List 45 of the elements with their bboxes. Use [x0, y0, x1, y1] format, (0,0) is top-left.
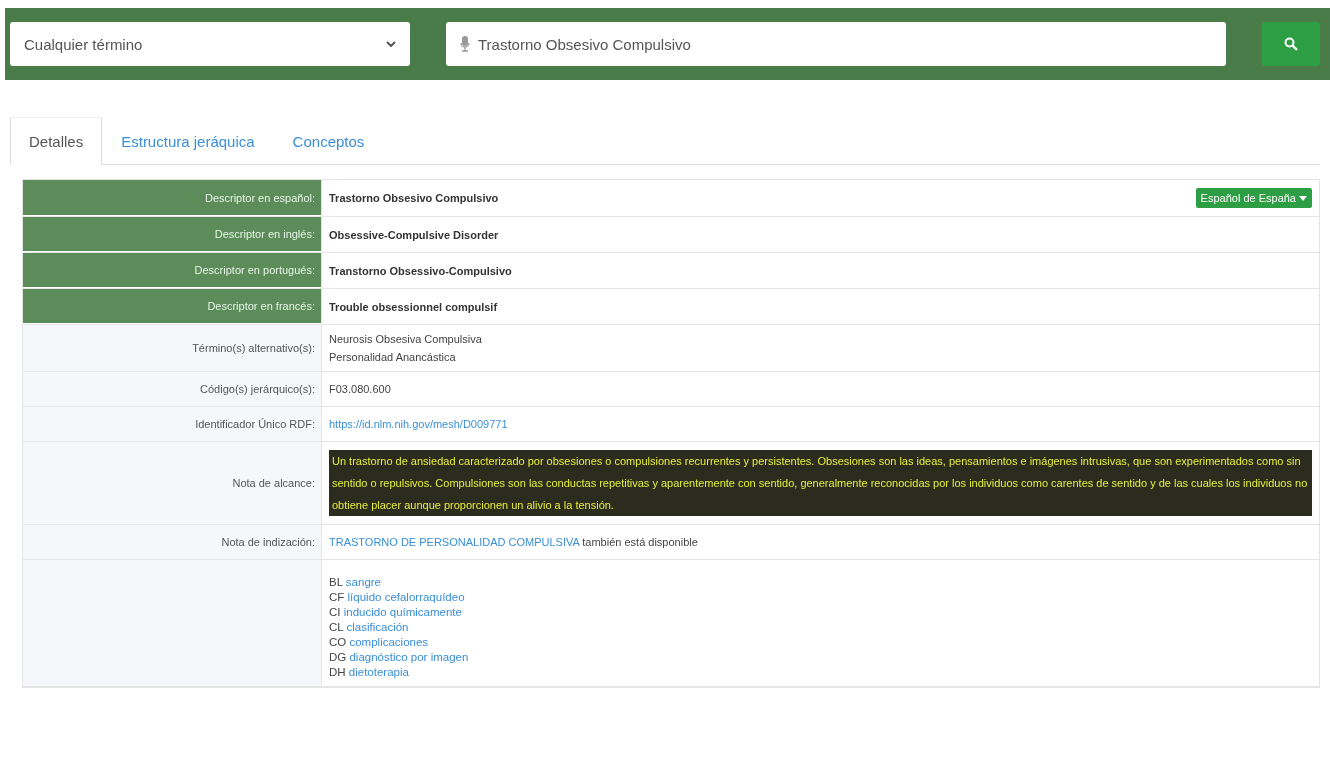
qualifier-link[interactable]: líquido cefalorraquídeo — [347, 591, 465, 603]
search-button[interactable] — [1262, 22, 1320, 66]
qualifier-link[interactable]: complicaciones — [349, 636, 429, 648]
descriptor-text: Obsessive-Compulsive Disorder — [329, 228, 499, 241]
qualifier-code: CI — [329, 606, 341, 618]
scope-select[interactable]: Cualquier término — [10, 22, 410, 66]
tab[interactable]: Conceptos — [273, 117, 384, 165]
field-label: Código(s) jerárquico(s): — [23, 372, 322, 406]
tab[interactable]: Detalles — [10, 117, 103, 165]
field-label: Identificador Único RDF: — [23, 407, 322, 441]
qualifier-link[interactable]: clasificación — [346, 621, 409, 633]
field-label: Descriptor en francés: — [23, 289, 322, 324]
alternative-term: Neurosis Obsesiva Compulsiva — [329, 333, 482, 345]
caret-icon — [386, 41, 396, 47]
qualifier-code: CO — [329, 636, 347, 648]
qualifier-link[interactable]: diagnóstico por imagen — [349, 651, 469, 663]
search-icon — [1284, 37, 1298, 51]
rdf-link[interactable]: https://id.nlm.nih.gov/mesh/D009771 — [329, 418, 508, 430]
indexing-link[interactable]: TRASTORNO DE PERSONALIDAD COMPULSIVA — [329, 536, 580, 548]
indexing-text: también está disponible — [582, 536, 698, 548]
field-label: Descriptor en español: — [23, 180, 322, 216]
tab[interactable]: Estructura jeráquica — [102, 117, 274, 165]
qualifier-link[interactable]: sangre — [345, 576, 381, 588]
descriptor-text: Transtorno Obsessivo-Compulsivo — [329, 264, 512, 277]
descriptor-text: Trouble obsessionnel compulsif — [329, 300, 498, 313]
field-label: Nota de indización: — [23, 525, 322, 559]
qualifier-code: CF — [329, 591, 345, 603]
qualifier-code: CL — [329, 621, 344, 633]
qualifier-link[interactable]: inducido químicamente — [343, 606, 462, 618]
qualifier-link[interactable]: dietoterapia — [348, 666, 409, 678]
tree-code: F03.080.600 — [329, 383, 391, 395]
scope-note: Un trastorno de ansiedad caracterizado por obsesiones o compulsiones recurrentes y persistentes. Obsesiones son las ideas, pensamientos e imágenes intrusivas, que son experimentados como sin sentido o repulsivos. Compulsiones son las conductas repetitivas y aparentemente con sentido, generalmente reconocidas por los individuos como carentes de sentido y de las cuales los individuos no obtiene placer aunque proporcionen un alivio a la tensión. — [329, 450, 1312, 516]
field-label: Nota de alcance: — [23, 442, 322, 524]
field-label: Descriptor en portugués: — [23, 253, 322, 288]
alternative-term: Personalidad Anancástica — [329, 351, 457, 363]
descriptor-text: Trastorno Obsesivo Compulsivo — [329, 192, 499, 204]
qualifier-code: DG — [329, 651, 347, 663]
language-dropdown[interactable]: Español de España — [1195, 188, 1312, 208]
qualifier-code: BL — [329, 576, 343, 588]
field-label: Término(s) alternativo(s): — [23, 325, 322, 371]
qualifier-code: DH — [329, 666, 346, 678]
field-label: Descriptor en inglés: — [23, 217, 322, 252]
microphone-icon — [460, 36, 470, 52]
caret-icon — [1299, 195, 1307, 201]
search-field[interactable]: Trastorno Obsesivo Compulsivo — [446, 22, 1226, 66]
